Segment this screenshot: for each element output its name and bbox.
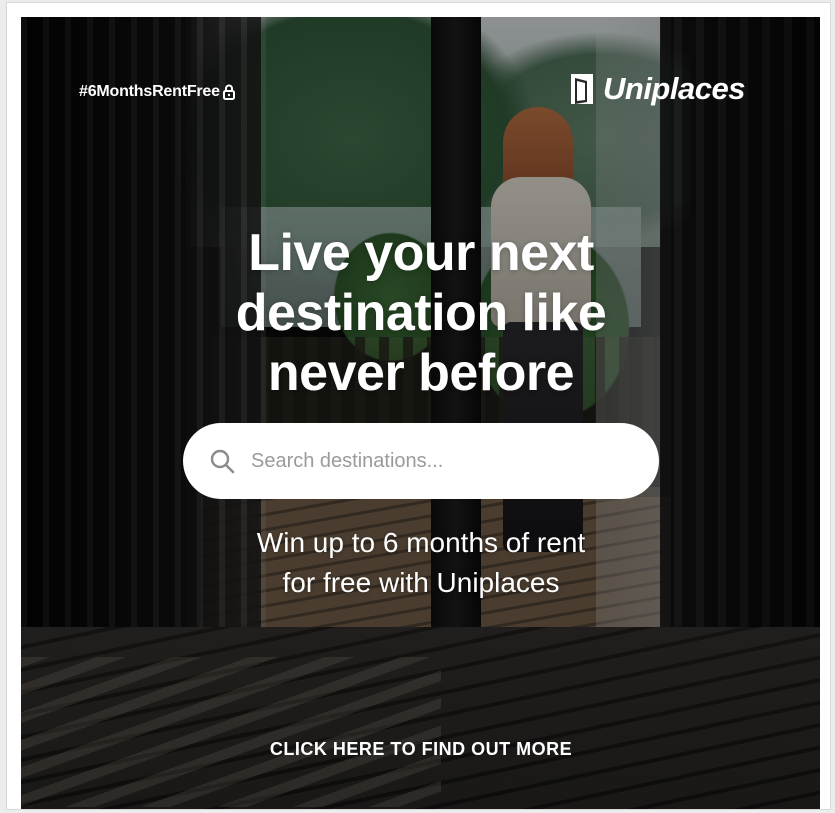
search-icon	[209, 448, 235, 474]
subline-line-1: Win up to 6 months of rent	[256, 527, 586, 558]
headline-line-1: Live your next	[248, 224, 594, 282]
uniplaces-door-icon	[569, 72, 595, 106]
promo-subline: Win up to 6 months of rent for free with…	[121, 523, 721, 603]
promo-banner[interactable]: #6MonthsRentFree Uniplaces Live your nex…	[21, 17, 820, 809]
search-box[interactable]	[183, 423, 659, 499]
hashtag-text: #6MonthsRentFree	[79, 83, 220, 100]
background-photo	[21, 17, 820, 809]
hashtag-label: #6MonthsRentFree	[79, 83, 236, 101]
ad-frame: #6MonthsRentFree Uniplaces Live your nex…	[6, 2, 831, 810]
logo-text: Uniplaces	[603, 71, 745, 106]
subline-line-2: for free with Uniplaces	[282, 567, 560, 598]
search-input[interactable]	[249, 448, 633, 474]
headline-line-3: never before	[267, 344, 575, 402]
headline: Live your next destination like never be…	[81, 223, 761, 403]
find-out-more-link[interactable]: CLICK HERE TO FIND OUT MORE	[221, 739, 621, 760]
lock-icon	[222, 84, 236, 100]
headline-line-2: destination like	[235, 284, 607, 342]
dark-overlay	[21, 17, 820, 809]
uniplaces-logo[interactable]: Uniplaces	[569, 71, 745, 107]
